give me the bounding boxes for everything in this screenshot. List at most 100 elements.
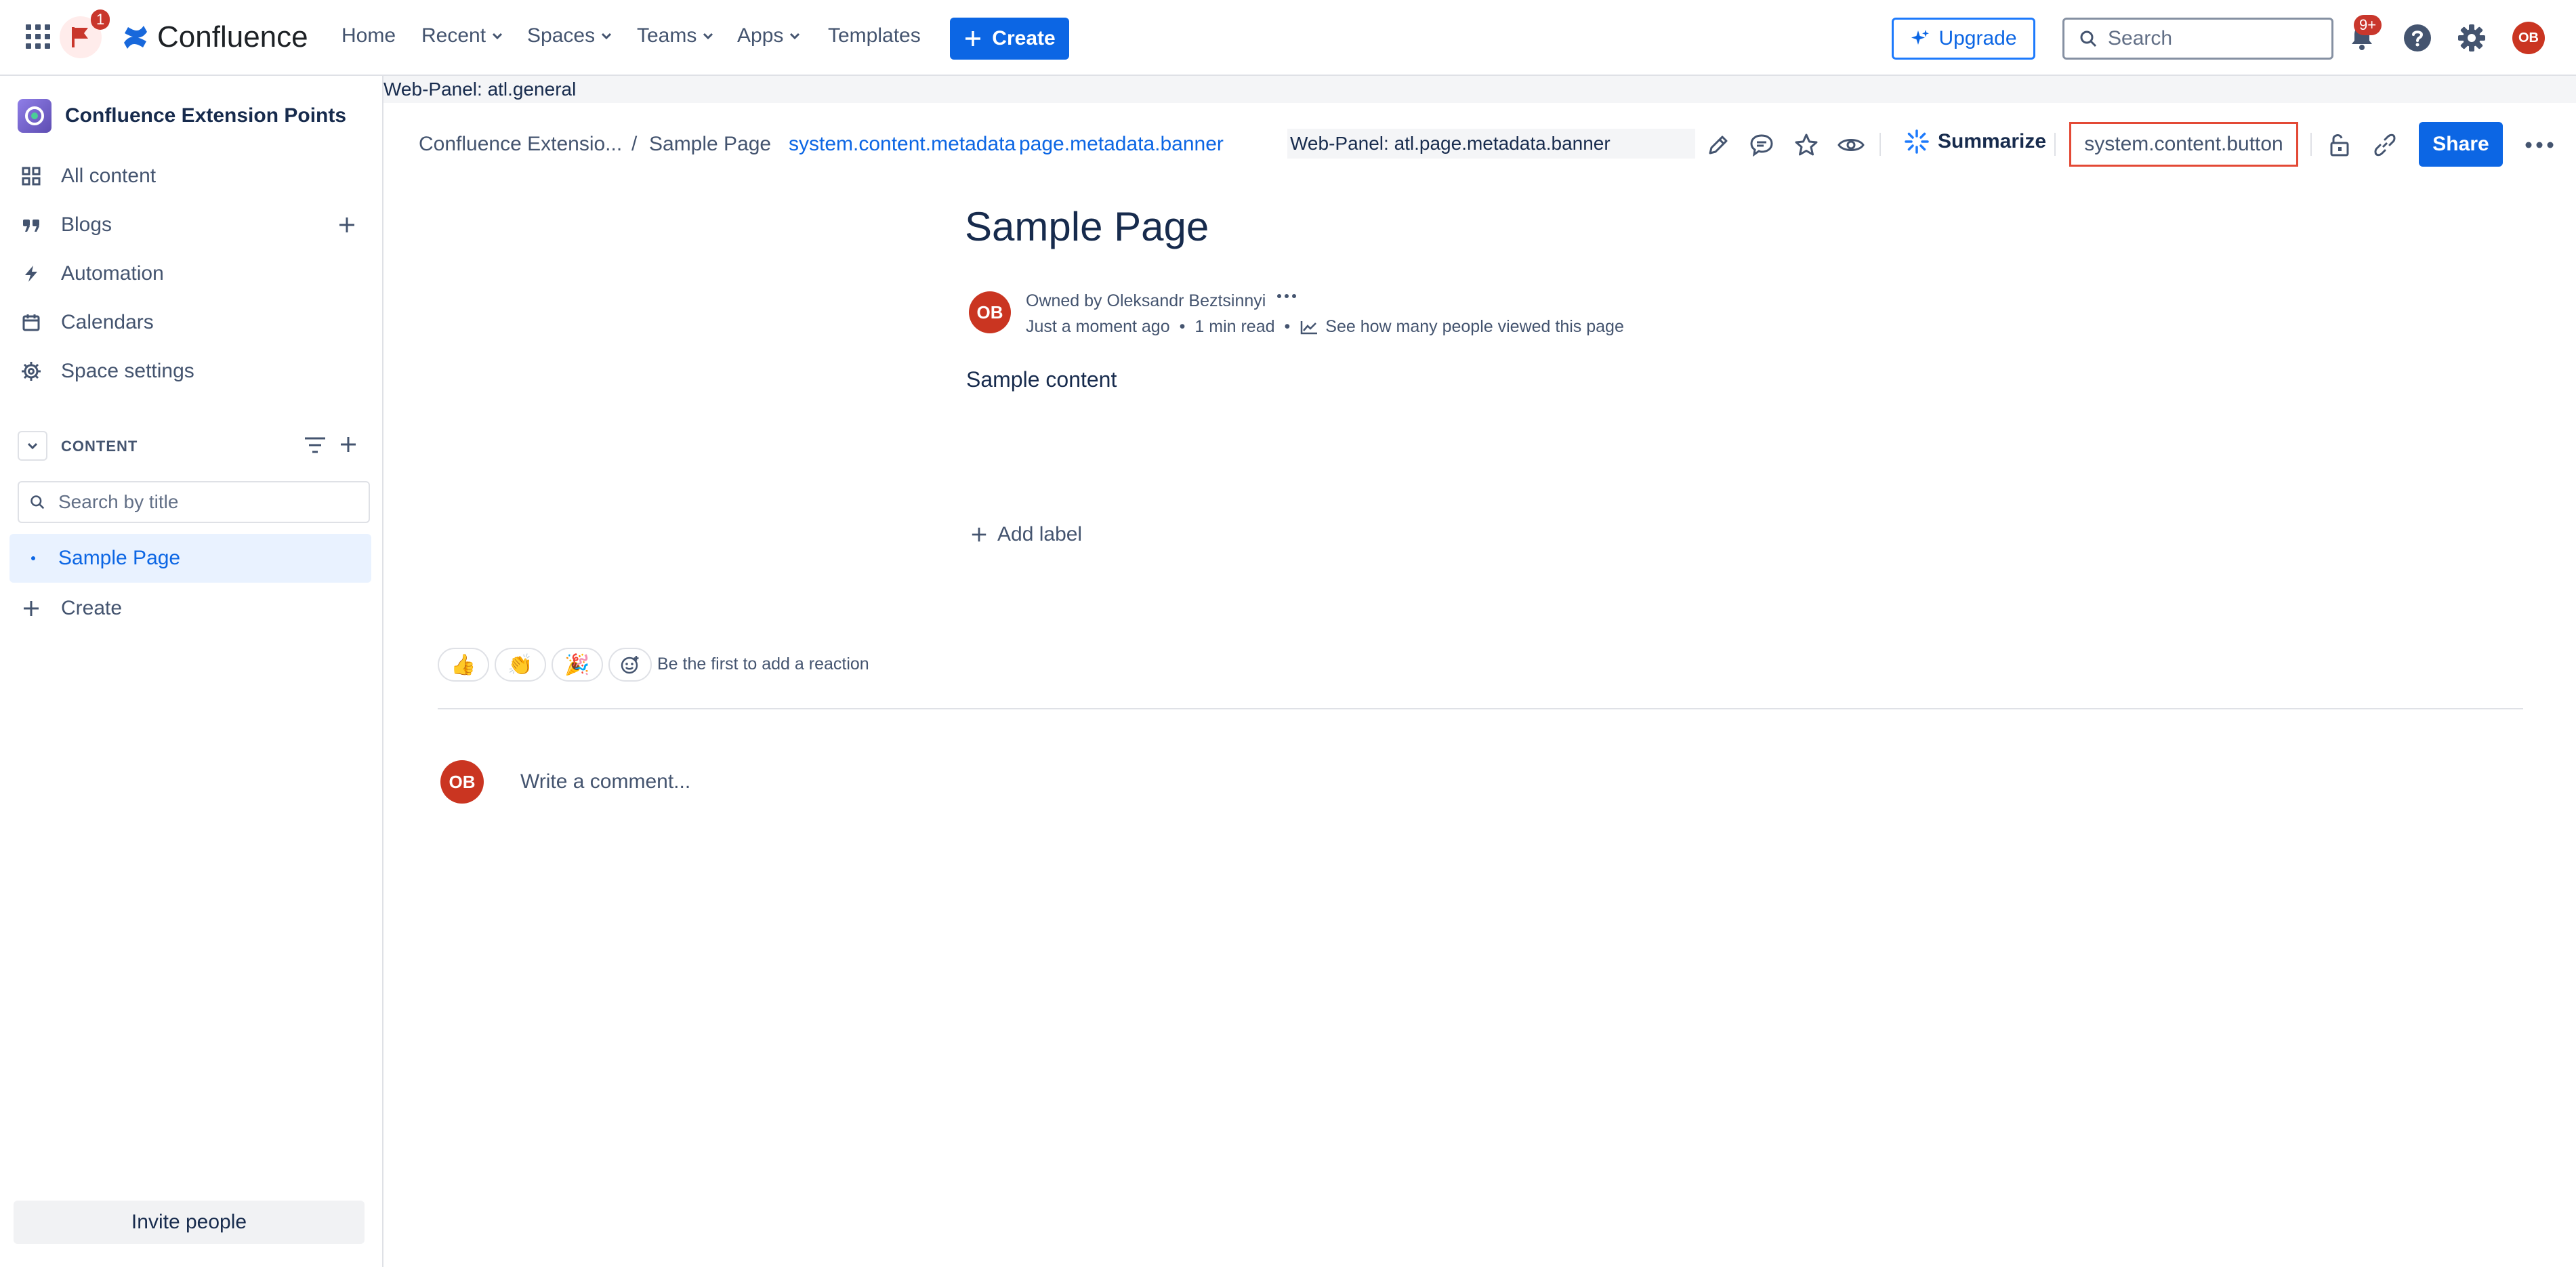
more-actions-button[interactable] — [2523, 130, 2556, 160]
filter-icon — [305, 437, 325, 453]
more-icon — [2525, 142, 2554, 148]
comment-input[interactable]: Write a comment... — [507, 759, 2523, 805]
more-icon — [1277, 294, 1296, 298]
star-icon — [1795, 133, 1818, 156]
sidebar-item-calendars[interactable]: Calendars — [20, 302, 154, 343]
toolbar-divider — [2054, 133, 2056, 156]
confluence-logo-icon — [124, 26, 147, 49]
read-time: 1 min read — [1194, 317, 1275, 336]
reaction-party-button[interactable]: 🎉 — [552, 648, 603, 682]
ai-summarize-icon — [1905, 129, 1929, 154]
chart-trend-icon — [1301, 320, 1318, 334]
add-content-button[interactable] — [339, 435, 358, 454]
eye-icon — [1837, 139, 1865, 151]
reaction-clap-button[interactable]: 👏 — [495, 648, 546, 682]
gear-icon — [2458, 24, 2485, 51]
nav-templates[interactable]: Templates — [828, 24, 921, 47]
nav-apps[interactable]: Apps — [737, 24, 802, 47]
restrictions-button[interactable] — [2325, 130, 2355, 160]
system-content-button[interactable]: system.content.button — [2069, 122, 2298, 167]
sidebar: Confluence Extension Points All content … — [0, 76, 383, 1267]
quote-icon — [23, 220, 39, 232]
updated-time: Just a moment ago — [1026, 317, 1170, 336]
sidebar-create-button[interactable]: Create — [20, 588, 122, 629]
sidebar-item-space-settings[interactable]: Space settings — [20, 351, 194, 392]
filter-content-button[interactable] — [304, 435, 327, 455]
confluence-logo[interactable]: Confluence — [122, 20, 308, 54]
chevron-down-icon — [703, 33, 713, 40]
page-views-link[interactable]: See how many people viewed this page — [1300, 317, 1624, 337]
comment-icon — [1750, 134, 1773, 157]
help-button[interactable] — [2403, 23, 2432, 53]
summarize-button[interactable]: Summarize — [1904, 129, 2046, 154]
dot-separator: • — [1284, 317, 1291, 336]
updates-badge: 9+ — [2354, 15, 2382, 35]
comment-button[interactable] — [1747, 130, 1777, 160]
metadata-link-system-content[interactable]: system.content.metadata — [789, 133, 1016, 156]
plus-icon — [972, 527, 986, 542]
top-navigation: 1 Confluence Home Recent Spaces Teams Ap… — [0, 0, 2576, 76]
app-switcher-icon[interactable] — [24, 23, 51, 50]
add-blog-button[interactable] — [337, 215, 356, 234]
nav-teams[interactable]: Teams — [637, 24, 715, 47]
unlock-icon — [2330, 134, 2349, 157]
search-icon — [30, 495, 45, 510]
byline-more-button[interactable] — [1276, 293, 1297, 299]
owner-avatar[interactable]: OB — [969, 291, 1011, 333]
webpanel-metadata-banner: Web-Panel: atl.page.metadata.banner — [1287, 129, 1695, 159]
watch-button[interactable] — [1836, 130, 1866, 160]
invite-people-button[interactable]: Invite people — [14, 1201, 365, 1244]
plus-icon — [965, 31, 981, 46]
edit-button[interactable] — [1703, 130, 1733, 160]
lightning-icon — [25, 266, 37, 282]
chevron-down-icon — [493, 33, 503, 40]
comment-avatar: OB — [440, 760, 484, 804]
bullet-icon — [31, 556, 35, 560]
user-avatar[interactable]: OB — [2512, 22, 2545, 54]
tree-item-sample-page[interactable]: Sample Page — [9, 534, 371, 583]
add-label-button[interactable]: Add label — [970, 523, 1082, 546]
search-by-title-input[interactable]: Search by title — [18, 481, 370, 523]
nav-recent[interactable]: Recent — [421, 24, 505, 47]
chevron-down-icon — [602, 33, 612, 40]
sparkle-icon — [1911, 30, 1930, 45]
page-body: Sample content — [966, 367, 1117, 392]
breadcrumb-separator: / — [631, 133, 638, 155]
add-reaction-button[interactable] — [608, 648, 652, 682]
sidebar-item-all-content[interactable]: All content — [20, 156, 156, 196]
settings-button[interactable] — [2457, 23, 2487, 53]
owned-by-text[interactable]: Owned by Oleksandr Beztsinnyi — [1026, 291, 1266, 311]
breadcrumb-space[interactable]: Confluence Extensio... — [419, 133, 622, 156]
search-icon — [2080, 30, 2097, 47]
global-search-input[interactable]: Search — [2062, 18, 2333, 60]
breadcrumb-page[interactable]: Sample Page — [649, 133, 771, 156]
reaction-thumbs-up-button[interactable]: 👍 — [438, 648, 489, 682]
sidebar-item-automation[interactable]: Automation — [20, 253, 164, 294]
chevron-down-icon — [790, 33, 800, 40]
nav-spaces[interactable]: Spaces — [527, 24, 614, 47]
link-icon — [2374, 133, 2396, 157]
metadata-link-page-banner[interactable]: page.metadata.banner — [1019, 133, 1224, 156]
toolbar-divider — [2310, 133, 2312, 156]
page-title: Sample Page — [965, 204, 1209, 249]
gear-icon — [22, 362, 41, 381]
emoji-add-icon — [621, 656, 639, 674]
flag-icon — [72, 27, 88, 47]
reaction-prompt: Be the first to add a reaction — [657, 655, 869, 673]
share-button[interactable]: Share — [2419, 122, 2503, 167]
star-button[interactable] — [1791, 130, 1821, 160]
dot-separator: • — [1179, 317, 1186, 336]
space-header[interactable]: Confluence Extension Points — [18, 99, 346, 133]
pencil-icon — [1709, 136, 1728, 154]
upgrade-button[interactable]: Upgrade — [1892, 18, 2035, 60]
webpanel-general: Web-Panel: atl.general — [383, 76, 2576, 103]
plus-icon — [341, 437, 356, 452]
content-heading: CONTENT — [61, 438, 138, 455]
plus-icon — [24, 601, 39, 616]
content-collapse-button[interactable] — [18, 431, 47, 461]
sidebar-item-blogs[interactable]: Blogs — [20, 205, 112, 245]
create-button[interactable]: Create — [950, 18, 1069, 60]
grid-icon — [22, 167, 41, 186]
nav-home[interactable]: Home — [341, 24, 396, 47]
copy-link-button[interactable] — [2370, 130, 2400, 160]
